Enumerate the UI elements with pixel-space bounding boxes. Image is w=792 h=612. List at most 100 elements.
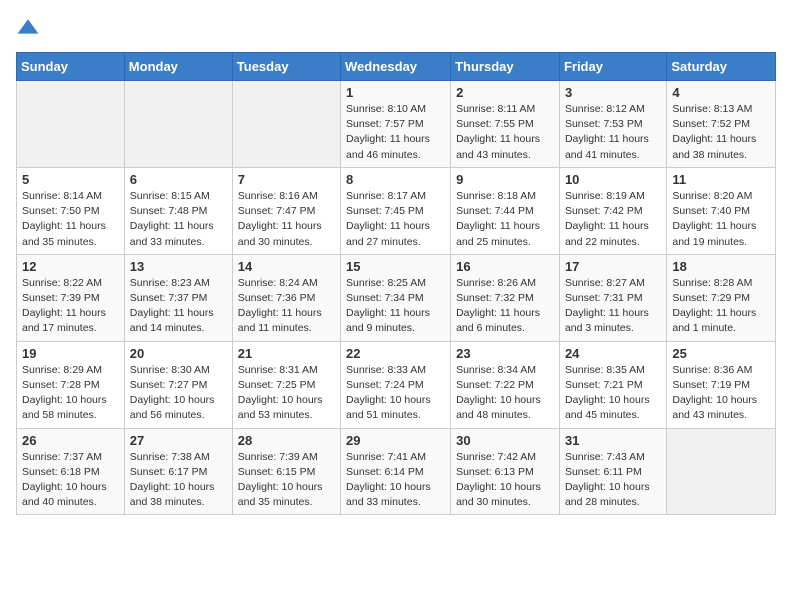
day-info: Sunrise: 8:27 AMSunset: 7:31 PMDaylight:… [565, 276, 661, 337]
day-info: Sunrise: 8:19 AMSunset: 7:42 PMDaylight:… [565, 189, 661, 250]
day-cell: 14 Sunrise: 8:24 AMSunset: 7:36 PMDayligh… [232, 254, 340, 341]
day-number: 3 [565, 85, 661, 100]
day-cell: 5 Sunrise: 8:14 AMSunset: 7:50 PMDaylight… [17, 167, 125, 254]
day-info: Sunrise: 8:34 AMSunset: 7:22 PMDaylight:… [456, 363, 554, 424]
day-cell: 20 Sunrise: 8:30 AMSunset: 7:27 PMDayligh… [124, 341, 232, 428]
day-cell: 31 Sunrise: 7:43 AMSunset: 6:11 PMDayligh… [559, 428, 666, 515]
day-cell: 17 Sunrise: 8:27 AMSunset: 7:31 PMDayligh… [559, 254, 666, 341]
day-cell [124, 81, 232, 168]
day-number: 20 [130, 346, 227, 361]
day-number: 21 [238, 346, 335, 361]
header-cell-sunday: Sunday [17, 53, 125, 81]
day-number: 8 [346, 172, 445, 187]
day-info: Sunrise: 8:23 AMSunset: 7:37 PMDaylight:… [130, 276, 227, 337]
day-number: 7 [238, 172, 335, 187]
day-number: 14 [238, 259, 335, 274]
week-row-4: 19 Sunrise: 8:29 AMSunset: 7:28 PMDayligh… [17, 341, 776, 428]
day-info: Sunrise: 7:43 AMSunset: 6:11 PMDaylight:… [565, 450, 661, 511]
day-cell: 19 Sunrise: 8:29 AMSunset: 7:28 PMDayligh… [17, 341, 125, 428]
day-cell: 16 Sunrise: 8:26 AMSunset: 7:32 PMDayligh… [451, 254, 560, 341]
day-cell: 12 Sunrise: 8:22 AMSunset: 7:39 PMDayligh… [17, 254, 125, 341]
day-info: Sunrise: 8:26 AMSunset: 7:32 PMDaylight:… [456, 276, 554, 337]
day-info: Sunrise: 8:28 AMSunset: 7:29 PMDaylight:… [672, 276, 770, 337]
week-row-1: 1 Sunrise: 8:10 AMSunset: 7:57 PMDaylight… [17, 81, 776, 168]
day-number: 16 [456, 259, 554, 274]
day-number: 24 [565, 346, 661, 361]
day-cell [232, 81, 340, 168]
day-number: 2 [456, 85, 554, 100]
day-info: Sunrise: 8:18 AMSunset: 7:44 PMDaylight:… [456, 189, 554, 250]
day-cell: 27Sunrise: 7:38 AMSunset: 6:17 PMDayligh… [124, 428, 232, 515]
day-number: 12 [22, 259, 119, 274]
day-info: Sunrise: 8:12 AMSunset: 7:53 PMDaylight:… [565, 102, 661, 163]
day-cell: 9 Sunrise: 8:18 AMSunset: 7:44 PMDaylight… [451, 167, 560, 254]
day-number: 17 [565, 259, 661, 274]
day-cell: 6 Sunrise: 8:15 AMSunset: 7:48 PMDaylight… [124, 167, 232, 254]
page-header [16, 16, 776, 40]
header-cell-thursday: Thursday [451, 53, 560, 81]
day-info: Sunrise: 7:37 AMSunset: 6:18 PMDaylight:… [22, 450, 119, 511]
header-cell-monday: Monday [124, 53, 232, 81]
day-cell: 22Sunrise: 8:33 AMSunset: 7:24 PMDayligh… [341, 341, 451, 428]
day-info: Sunrise: 7:38 AMSunset: 6:17 PMDaylight:… [130, 450, 227, 511]
day-cell: 4Sunrise: 8:13 AMSunset: 7:52 PMDaylight… [667, 81, 776, 168]
day-info: Sunrise: 8:10 AMSunset: 7:57 PMDaylight:… [346, 102, 445, 163]
day-number: 4 [672, 85, 770, 100]
calendar-header: SundayMondayTuesdayWednesdayThursdayFrid… [17, 53, 776, 81]
day-number: 11 [672, 172, 770, 187]
day-cell: 3 Sunrise: 8:12 AMSunset: 7:53 PMDaylight… [559, 81, 666, 168]
day-info: Sunrise: 8:17 AMSunset: 7:45 PMDaylight:… [346, 189, 445, 250]
day-cell [667, 428, 776, 515]
day-cell: 30Sunrise: 7:42 AMSunset: 6:13 PMDayligh… [451, 428, 560, 515]
day-number: 25 [672, 346, 770, 361]
day-cell: 10 Sunrise: 8:19 AMSunset: 7:42 PMDayligh… [559, 167, 666, 254]
day-number: 10 [565, 172, 661, 187]
day-cell: 13 Sunrise: 8:23 AMSunset: 7:37 PMDayligh… [124, 254, 232, 341]
day-number: 9 [456, 172, 554, 187]
day-number: 1 [346, 85, 445, 100]
day-cell: 28 Sunrise: 7:39 AMSunset: 6:15 PMDayligh… [232, 428, 340, 515]
day-info: Sunrise: 8:25 AMSunset: 7:34 PMDaylight:… [346, 276, 445, 337]
day-info: Sunrise: 7:39 AMSunset: 6:15 PMDaylight:… [238, 450, 335, 511]
day-info: Sunrise: 8:29 AMSunset: 7:28 PMDaylight:… [22, 363, 119, 424]
day-cell: 18 Sunrise: 8:28 AMSunset: 7:29 PMDayligh… [667, 254, 776, 341]
week-row-5: 26 Sunrise: 7:37 AMSunset: 6:18 PMDayligh… [17, 428, 776, 515]
calendar-body: 1 Sunrise: 8:10 AMSunset: 7:57 PMDaylight… [17, 81, 776, 515]
day-info: Sunrise: 8:36 AMSunset: 7:19 PMDaylight:… [672, 363, 770, 424]
day-number: 26 [22, 433, 119, 448]
day-cell [17, 81, 125, 168]
day-cell: 23 Sunrise: 8:34 AMSunset: 7:22 PMDayligh… [451, 341, 560, 428]
day-number: 19 [22, 346, 119, 361]
week-row-2: 5 Sunrise: 8:14 AMSunset: 7:50 PMDaylight… [17, 167, 776, 254]
calendar-table: SundayMondayTuesdayWednesdayThursdayFrid… [16, 52, 776, 515]
day-number: 13 [130, 259, 227, 274]
day-info: Sunrise: 8:16 AMSunset: 7:47 PMDaylight:… [238, 189, 335, 250]
day-info: Sunrise: 8:11 AMSunset: 7:55 PMDaylight:… [456, 102, 554, 163]
day-cell: 8 Sunrise: 8:17 AMSunset: 7:45 PMDaylight… [341, 167, 451, 254]
day-number: 18 [672, 259, 770, 274]
day-cell: 11 Sunrise: 8:20 AMSunset: 7:40 PMDayligh… [667, 167, 776, 254]
day-info: Sunrise: 8:22 AMSunset: 7:39 PMDaylight:… [22, 276, 119, 337]
day-info: Sunrise: 8:20 AMSunset: 7:40 PMDaylight:… [672, 189, 770, 250]
day-cell: 7 Sunrise: 8:16 AMSunset: 7:47 PMDaylight… [232, 167, 340, 254]
day-info: Sunrise: 8:14 AMSunset: 7:50 PMDaylight:… [22, 189, 119, 250]
day-cell: 1 Sunrise: 8:10 AMSunset: 7:57 PMDaylight… [341, 81, 451, 168]
day-number: 29 [346, 433, 445, 448]
day-number: 15 [346, 259, 445, 274]
day-info: Sunrise: 8:30 AMSunset: 7:27 PMDaylight:… [130, 363, 227, 424]
day-number: 23 [456, 346, 554, 361]
day-cell: 15 Sunrise: 8:25 AMSunset: 7:34 PMDayligh… [341, 254, 451, 341]
header-cell-tuesday: Tuesday [232, 53, 340, 81]
logo-icon [16, 16, 40, 40]
day-info: Sunrise: 8:24 AMSunset: 7:36 PMDaylight:… [238, 276, 335, 337]
day-cell: 29Sunrise: 7:41 AMSunset: 6:14 PMDayligh… [341, 428, 451, 515]
header-cell-saturday: Saturday [667, 53, 776, 81]
day-number: 31 [565, 433, 661, 448]
header-cell-friday: Friday [559, 53, 666, 81]
day-info: Sunrise: 8:15 AMSunset: 7:48 PMDaylight:… [130, 189, 227, 250]
day-number: 5 [22, 172, 119, 187]
day-number: 28 [238, 433, 335, 448]
day-cell: 26 Sunrise: 7:37 AMSunset: 6:18 PMDayligh… [17, 428, 125, 515]
day-number: 6 [130, 172, 227, 187]
day-number: 22 [346, 346, 445, 361]
